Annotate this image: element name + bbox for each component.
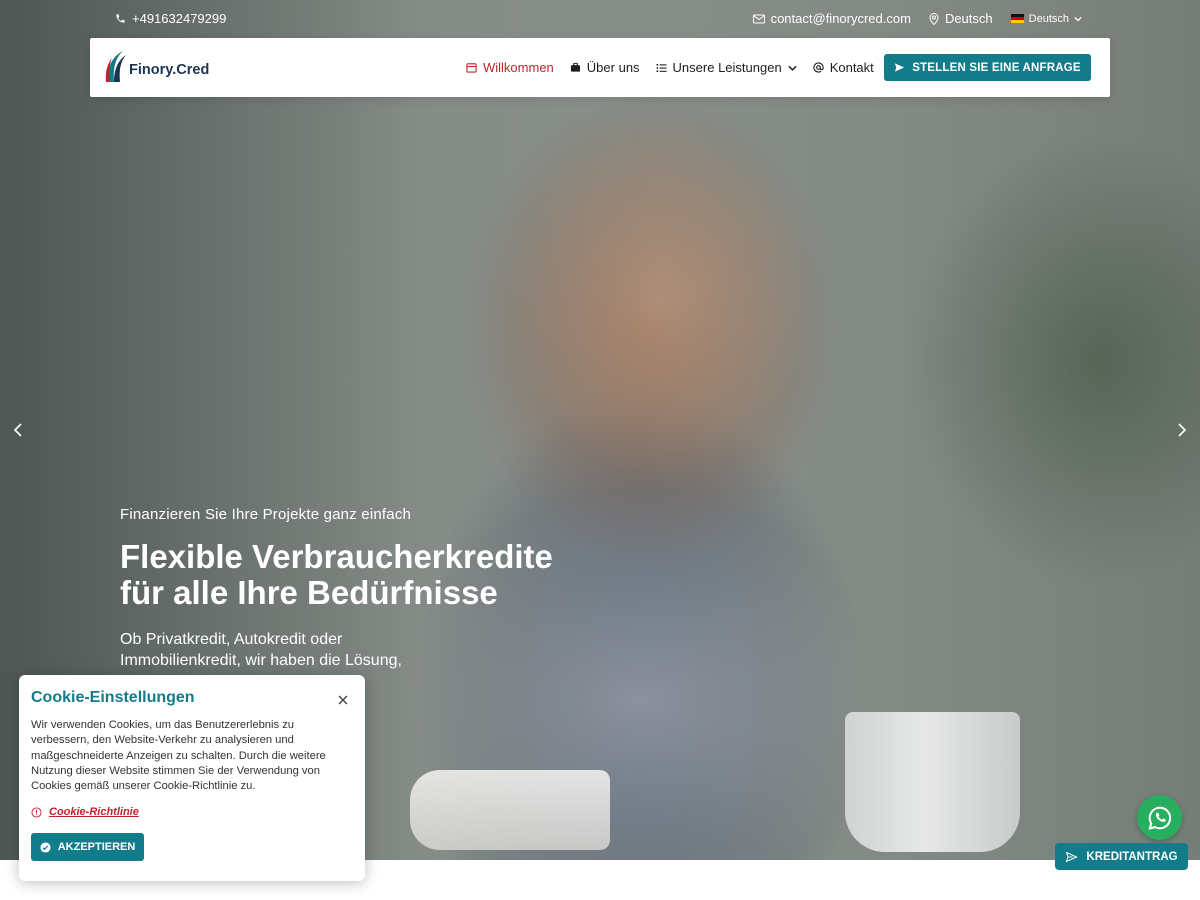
main-nav: Finory.Cred Willkommen Über uns Unsere L…: [90, 38, 1110, 97]
hero-title: Flexible Verbraucherkredite für alle Ihr…: [120, 538, 553, 611]
nav-item-willkommen[interactable]: Willkommen: [466, 60, 554, 75]
hero-description: Ob Privatkredit, Autokredit oder Immobil…: [120, 631, 402, 669]
topbar-phone[interactable]: +491632479299: [115, 11, 226, 26]
arrow-left-icon: [13, 423, 22, 437]
nav-links: Willkommen Über uns Unsere Leistungen Ko…: [466, 38, 895, 97]
language-label: Deutsch: [1028, 12, 1069, 25]
at-icon: [813, 62, 824, 73]
topbar-right: contact@finorycred.com Deutsch Deutsch: [752, 11, 1082, 26]
brand-name: Finory.Cred: [129, 62, 210, 78]
cookie-accept-button[interactable]: AKZEPTIEREN: [31, 833, 144, 862]
brand-logo[interactable]: Finory.Cred: [105, 49, 209, 83]
hero-subtitle: Finanzieren Sie Ihre Projekte ganz einfa…: [120, 506, 412, 523]
location-text: Deutsch: [944, 11, 993, 26]
arrow-right-icon: [1178, 423, 1187, 437]
cookie-policy-link[interactable]: Cookie-Richtlinie: [31, 806, 353, 818]
request-button[interactable]: STELLEN SIE EINE ANFRAGE: [884, 54, 1091, 81]
topbar: +491632479299 contact@finorycred.com Deu…: [0, 0, 1200, 38]
credit-application-label: KREDITANTRAG: [1086, 850, 1178, 863]
calendar-icon: [466, 63, 477, 73]
nav-item-label: Über uns: [586, 60, 640, 75]
briefcase-icon: [570, 62, 580, 72]
cookie-text: Wir verwenden Cookies, um das Benutzerer…: [31, 719, 326, 793]
topbar-email[interactable]: contact@finorycred.com: [752, 11, 911, 26]
envelope-icon: [752, 14, 765, 23]
nav-item-label: Unsere Leistungen: [672, 60, 782, 75]
topbar-location: Deutsch: [929, 11, 993, 26]
send-icon: [1066, 851, 1079, 862]
send-icon: [895, 63, 905, 72]
email-address: contact@finorycred.com: [770, 11, 911, 26]
logo-mark-icon: [105, 51, 126, 82]
credit-application-button[interactable]: KREDITANTRAG: [1055, 843, 1188, 870]
request-button-label: STELLEN SIE EINE ANFRAGE: [912, 61, 1081, 74]
nav-item-kontakt[interactable]: Kontakt: [813, 60, 874, 75]
cookie-title: Cookie-Einstellungen: [31, 689, 195, 706]
close-icon: [338, 695, 348, 705]
nav-item-label: Willkommen: [483, 60, 554, 75]
cookie-dialog: Cookie-Einstellungen Wir verwenden Cooki…: [19, 675, 365, 881]
cookie-policy-label: Cookie-Richtlinie: [49, 806, 139, 819]
hero-mug-decoration: [845, 712, 1020, 852]
flag-de-icon: [1010, 14, 1024, 23]
slider-prev-button[interactable]: [12, 422, 26, 438]
phone-number: +491632479299: [132, 11, 227, 26]
whatsapp-button[interactable]: [1137, 795, 1182, 840]
language-switcher[interactable]: Deutsch: [1010, 12, 1082, 25]
list-icon: [656, 63, 667, 72]
nav-item-unsere-leistungen[interactable]: Unsere Leistungen: [656, 60, 797, 75]
info-circle-icon: [31, 807, 42, 818]
chevron-down-icon: [788, 65, 797, 71]
check-circle-icon: [40, 842, 51, 853]
hero-paper-decoration: [410, 770, 610, 850]
nav-item-label: Kontakt: [829, 60, 874, 75]
whatsapp-icon: [1147, 806, 1171, 830]
cookie-close-button[interactable]: [338, 692, 348, 705]
chevron-down-icon: [1074, 16, 1082, 22]
hero-content: Finanzieren Sie Ihre Projekte ganz einfa…: [120, 506, 600, 671]
location-pin-icon: [929, 12, 939, 25]
phone-icon: [116, 14, 125, 23]
nav-item-ueber-uns[interactable]: Über uns: [570, 60, 640, 75]
slider-next-button[interactable]: [1176, 422, 1190, 438]
cookie-accept-label: AKZEPTIEREN: [57, 841, 136, 854]
